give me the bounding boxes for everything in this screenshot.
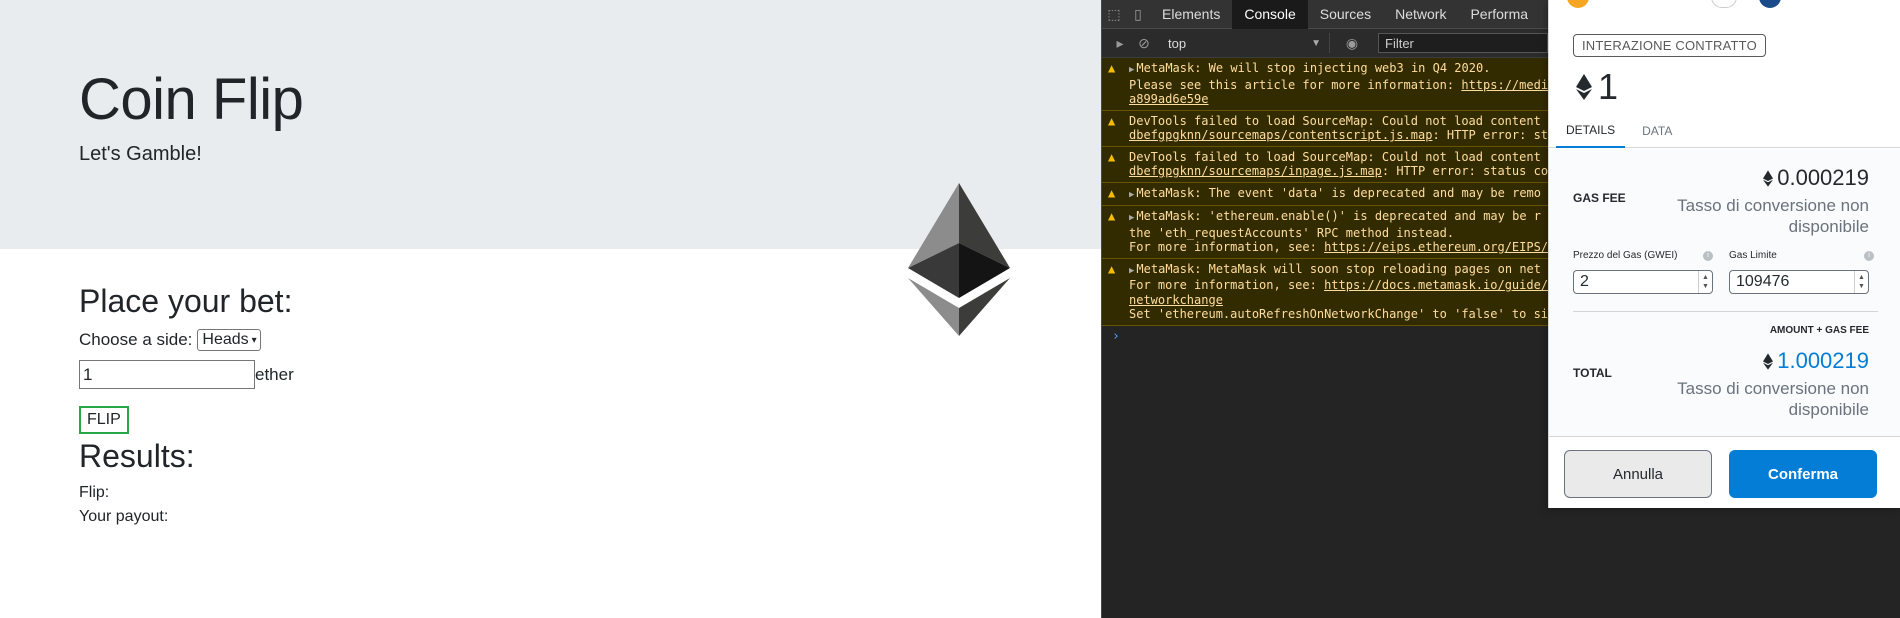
metamask-tabs: DETAILS DATA xyxy=(1549,113,1900,148)
results-heading: Results: xyxy=(79,438,195,474)
side-select-value: Heads xyxy=(202,331,249,348)
gas-fee-value: 0.000219 xyxy=(1763,165,1869,191)
expand-triangle-icon[interactable]: ▶ xyxy=(1129,65,1134,75)
console-filter-input[interactable]: Filter xyxy=(1378,33,1548,53)
gas-fee-amount: 0.000219 xyxy=(1777,165,1869,190)
inspect-element-icon[interactable]: ⬚ xyxy=(1102,0,1126,29)
amount-plus-gas-label: AMOUNT + GAS FEE xyxy=(1769,325,1869,336)
gas-price-input[interactable]: 2 ▲ ▼ xyxy=(1573,270,1713,294)
page-subtitle: Let's Gamble! xyxy=(79,143,202,165)
message-text: MetaMask: 'ethereum.enable()' is depreca… xyxy=(1136,209,1541,223)
message-text: : HTTP error: st xyxy=(1432,128,1549,142)
side-chooser: Choose a side: Heads ▾ xyxy=(79,329,261,351)
chevron-down-icon: ▾ xyxy=(251,334,257,346)
confirm-button[interactable]: Conferma xyxy=(1729,450,1877,498)
stepper-icon[interactable]: ▲ ▼ xyxy=(1698,271,1712,293)
ethereum-icon xyxy=(1763,169,1774,187)
message-link[interactable]: dbefgpgknn/sourcemaps/inpage.js.map xyxy=(1129,164,1382,178)
bet-heading: Place your bet: xyxy=(79,283,293,319)
dropdown-arrow-icon: ▼ xyxy=(1311,37,1321,49)
ethereum-logo-icon xyxy=(908,183,1010,336)
tab-data[interactable]: DATA xyxy=(1632,113,1682,148)
tab-sources[interactable]: Sources xyxy=(1308,0,1383,29)
expand-triangle-icon[interactable]: ▶ xyxy=(1129,213,1134,223)
eye-icon[interactable]: ◉ xyxy=(1340,29,1364,58)
message-link[interactable]: https://docs.metamask.io/guide/ xyxy=(1324,278,1548,292)
message-link[interactable]: https://medi xyxy=(1461,78,1548,92)
amount-row: 1 ether xyxy=(79,360,294,389)
clear-console-icon[interactable]: ⊘ xyxy=(1132,29,1156,58)
account-avatar[interactable] xyxy=(1567,0,1589,8)
message-text: For more information, see: xyxy=(1129,240,1325,254)
total-conversion-note: Tasso di conversione non disponibile xyxy=(1677,379,1869,419)
screen: Coin Flip Let's Gamble! Place your bet: … xyxy=(0,0,1900,618)
warning-icon: ▲ xyxy=(1108,149,1116,164)
contract-interaction-badge: INTERAZIONE CONTRATTO xyxy=(1573,34,1766,57)
info-icon[interactable]: i xyxy=(1864,251,1874,261)
amount-value: 1 xyxy=(1598,66,1619,107)
message-text: : HTTP error: status co xyxy=(1381,164,1549,178)
recipient-avatar[interactable] xyxy=(1759,0,1781,8)
sidebar-toggle-icon[interactable]: ▸ xyxy=(1108,29,1132,58)
message-link[interactable]: a899ad6e59e xyxy=(1129,92,1208,106)
arrow-right-icon xyxy=(1711,0,1737,8)
info-icon[interactable]: i xyxy=(1703,251,1713,261)
details-panel: GAS FEE 0.000219 Tasso di conversione no… xyxy=(1549,149,1900,436)
total-label: TOTAL xyxy=(1573,366,1612,380)
expand-triangle-icon[interactable]: ▶ xyxy=(1129,266,1134,276)
tab-console[interactable]: Console xyxy=(1232,0,1308,29)
message-text: MetaMask: MetaMask will soon stop reload… xyxy=(1136,261,1541,276)
gas-fee-label: GAS FEE xyxy=(1573,191,1626,205)
side-select[interactable]: Heads ▾ xyxy=(197,329,261,351)
amount-unit-label: ether xyxy=(255,364,294,384)
gas-limit-value: 109476 xyxy=(1736,273,1790,290)
flip-result-label: Flip: xyxy=(79,484,110,501)
ethereum-icon xyxy=(1576,74,1592,100)
device-toolbar-icon[interactable]: ▯ xyxy=(1126,0,1150,29)
divider xyxy=(1573,311,1878,312)
gas-price-label: Prezzo del Gas (GWEI) xyxy=(1573,250,1678,261)
gas-price-value: 2 xyxy=(1580,273,1589,290)
total-value: 1.000219 xyxy=(1763,348,1869,374)
gas-limit-input[interactable]: 109476 ▲ ▼ xyxy=(1729,270,1869,294)
message-text: For more information, see: xyxy=(1129,278,1325,292)
stepper-icon[interactable]: ▲ ▼ xyxy=(1854,271,1868,293)
message-link[interactable]: https://eips.ethereum.org/EIPS/ xyxy=(1324,240,1548,254)
message-link[interactable]: networkchange xyxy=(1129,293,1223,307)
message-text: MetaMask: We will stop injecting web3 in… xyxy=(1136,61,1491,75)
metamask-footer: Annulla Conferma xyxy=(1549,436,1900,508)
ethereum-icon xyxy=(1763,352,1774,370)
warning-icon: ▲ xyxy=(1108,113,1116,128)
expand-triangle-icon[interactable]: ▶ xyxy=(1129,190,1134,200)
tab-elements[interactable]: Elements xyxy=(1150,0,1232,29)
cancel-button[interactable]: Annulla xyxy=(1564,450,1712,498)
choose-side-label: Choose a side: xyxy=(79,330,193,349)
gas-limit-label: Gas Limite xyxy=(1729,250,1777,261)
total-amount: 1.000219 xyxy=(1777,348,1869,373)
coin-flip-page: Coin Flip Let's Gamble! Place your bet: … xyxy=(0,0,1101,618)
context-value: top xyxy=(1168,35,1187,51)
message-text: MetaMask: The event 'data' is deprecated… xyxy=(1136,185,1541,200)
flip-button[interactable]: FLIP xyxy=(79,406,129,434)
transaction-amount: 1 xyxy=(1576,66,1618,108)
page-title: Coin Flip xyxy=(79,67,304,132)
tab-network[interactable]: Network xyxy=(1383,0,1458,29)
warning-icon: ▲ xyxy=(1108,185,1116,200)
message-link[interactable]: dbefgpgknn/sourcemaps/contentscript.js.m… xyxy=(1129,128,1432,142)
payout-label: Your payout: xyxy=(79,508,169,525)
metamask-header xyxy=(1549,0,1900,10)
warning-icon: ▲ xyxy=(1108,209,1116,223)
warning-icon: ▲ xyxy=(1108,61,1116,75)
gas-conversion-note: Tasso di conversione non disponibile xyxy=(1677,196,1869,236)
bet-amount-input[interactable]: 1 xyxy=(79,360,255,389)
tab-details[interactable]: DETAILS xyxy=(1556,113,1626,148)
message-text: Please see this article for more informa… xyxy=(1129,77,1462,92)
warning-icon: ▲ xyxy=(1108,261,1116,276)
metamask-popup: INTERAZIONE CONTRATTO 1 DETAILS DATA GAS… xyxy=(1548,0,1900,508)
tab-performance[interactable]: Performa xyxy=(1458,0,1540,29)
context-selector[interactable]: top ▼ xyxy=(1168,33,1330,53)
